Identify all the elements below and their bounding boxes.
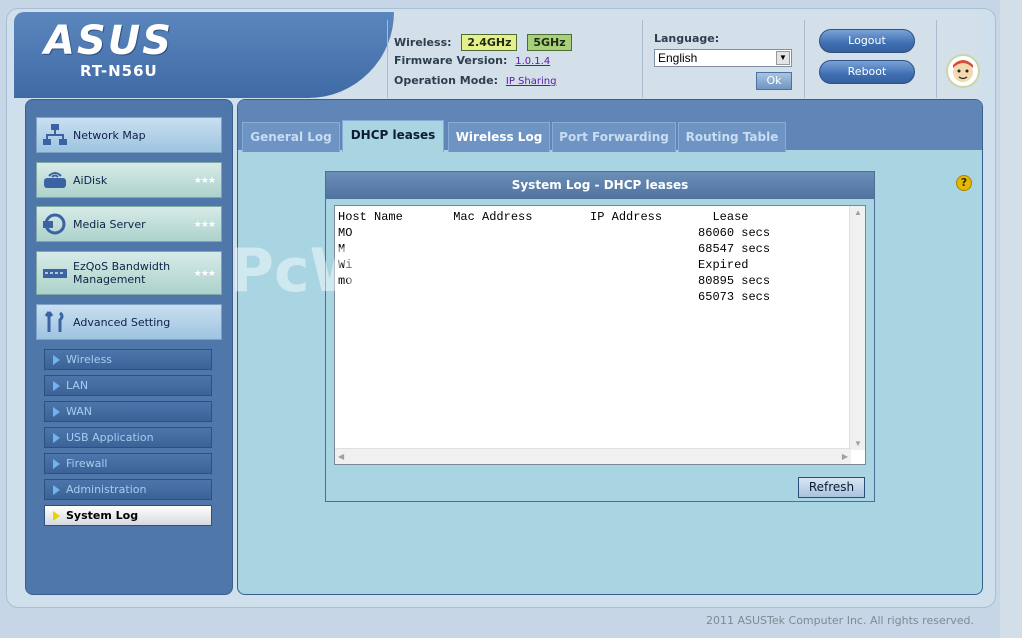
tab-port-forwarding[interactable]: Port Forwarding (552, 122, 676, 152)
sidebar-item-media-server[interactable]: Media Server ★★★ (36, 206, 222, 242)
model-name: RT-N56U (80, 62, 158, 80)
band-5ghz-indicator[interactable]: 5GHz (527, 34, 572, 51)
header: ASUS RT-N56U Wireless: 2.4GHz 5GHz Firmw… (14, 12, 982, 98)
copyright-footer: 2011 ASUSTek Computer Inc. All rights re… (706, 614, 974, 627)
stars-icon: ★★★ (193, 267, 216, 278)
submenu-label: Wireless (66, 353, 113, 366)
submenu-label: WAN (66, 405, 93, 418)
submenu-firewall[interactable]: Firewall (44, 453, 212, 474)
tab-bar: General Log DHCP leases Wireless Log Por… (238, 100, 982, 152)
firmware-info: Firmware Version: 1.0.1.4 (394, 54, 550, 67)
sidebar-item-label: Media Server (73, 217, 146, 231)
wireless-label: Wireless: (394, 36, 452, 49)
stars-icon: ★★★ (193, 218, 216, 229)
scroll-up-icon[interactable]: ▲ (854, 208, 862, 217)
system-log-panel: System Log - DHCP leases Host Name Mac A… (325, 171, 875, 502)
horizontal-scrollbar[interactable]: ◀ ▶ (335, 448, 851, 464)
opmode-link[interactable]: IP Sharing (506, 76, 557, 87)
sidebar-item-label: AiDisk (73, 173, 108, 187)
asus-logo: ASUS (44, 18, 174, 64)
tab-wireless-log[interactable]: Wireless Log (448, 122, 550, 152)
band-24ghz-indicator[interactable]: 2.4GHz (461, 34, 518, 51)
sidebar-item-aidisk[interactable]: AiDisk ★★★ (36, 162, 222, 198)
language-ok-button[interactable]: Ok (756, 72, 792, 90)
arrow-right-icon (53, 458, 60, 469)
scroll-right-icon[interactable]: ▶ (842, 452, 848, 461)
main-content: General Log DHCP leases Wireless Log Por… (237, 99, 983, 595)
dropdown-arrow-icon[interactable]: ▼ (776, 51, 790, 65)
logout-button[interactable]: Logout (819, 29, 915, 53)
panel-title: System Log - DHCP leases (326, 172, 874, 199)
stars-icon: ★★★ (193, 174, 216, 185)
header-divider (642, 20, 643, 98)
firmware-version-link[interactable]: 1.0.1.4 (515, 56, 550, 67)
header-divider (804, 20, 805, 98)
submenu-system-log[interactable]: System Log (44, 505, 212, 526)
arrow-right-icon (53, 380, 60, 391)
media-server-icon (37, 212, 73, 236)
submenu-label: LAN (66, 379, 89, 392)
refresh-button[interactable]: Refresh (798, 477, 865, 498)
submenu-label: System Log (66, 509, 139, 522)
watermark: PcWin (230, 236, 440, 306)
disk-icon (37, 168, 73, 192)
scroll-down-icon[interactable]: ▼ (854, 439, 862, 448)
sidebar-item-network-map[interactable]: Network Map (36, 117, 222, 153)
language-select[interactable]: English ▼ (654, 49, 792, 67)
window-scrollbar[interactable] (1000, 0, 1022, 638)
submenu-lan[interactable]: LAN (44, 375, 212, 396)
submenu-label: Administration (66, 483, 147, 496)
language-value: English (658, 51, 698, 65)
sidebar-item-ezqos[interactable]: EzQoS Bandwidth Management ★★★ (36, 251, 222, 295)
arrow-right-icon (53, 432, 60, 443)
sidebar-item-advanced-setting[interactable]: Advanced Setting (36, 304, 222, 340)
network-map-icon (37, 123, 73, 147)
sidebar-item-label: EzQoS Bandwidth Management (73, 260, 171, 286)
tab-general-log[interactable]: General Log (242, 122, 340, 152)
mascot-avatar-icon[interactable] (946, 54, 980, 88)
sidebar-item-label: Network Map (73, 128, 146, 142)
arrow-right-icon (53, 510, 60, 521)
wireless-status: Wireless: 2.4GHz 5GHz (394, 34, 572, 51)
tab-routing-table[interactable]: Routing Table (678, 122, 786, 152)
submenu-wan[interactable]: WAN (44, 401, 212, 422)
arrow-right-icon (53, 484, 60, 495)
language-label: Language: (654, 32, 720, 45)
sidebar-item-label: Advanced Setting (73, 315, 171, 329)
bandwidth-icon (37, 261, 73, 285)
reboot-button[interactable]: Reboot (819, 60, 915, 84)
arrow-right-icon (53, 354, 60, 365)
tab-dhcp-leases[interactable]: DHCP leases (342, 120, 444, 152)
help-icon[interactable]: ? (956, 175, 972, 191)
submenu-label: Firewall (66, 457, 108, 470)
header-divider (936, 20, 937, 98)
firmware-label: Firmware Version: (394, 54, 508, 67)
submenu-usb-application[interactable]: USB Application (44, 427, 212, 448)
opmode-label: Operation Mode: (394, 74, 499, 87)
scroll-left-icon[interactable]: ◀ (338, 452, 344, 461)
header-divider (387, 20, 388, 98)
submenu-wireless[interactable]: Wireless (44, 349, 212, 370)
sidebar: Network Map AiDisk ★★★ Media Server ★★★ (25, 99, 233, 595)
operation-mode-info: Operation Mode: IP Sharing (394, 74, 556, 87)
submenu-administration[interactable]: Administration (44, 479, 212, 500)
logo-area: ASUS RT-N56U (14, 12, 394, 98)
submenu-label: USB Application (66, 431, 154, 444)
arrow-right-icon (53, 406, 60, 417)
tools-icon (37, 310, 73, 334)
vertical-scrollbar[interactable]: ▲ ▼ (849, 206, 865, 450)
